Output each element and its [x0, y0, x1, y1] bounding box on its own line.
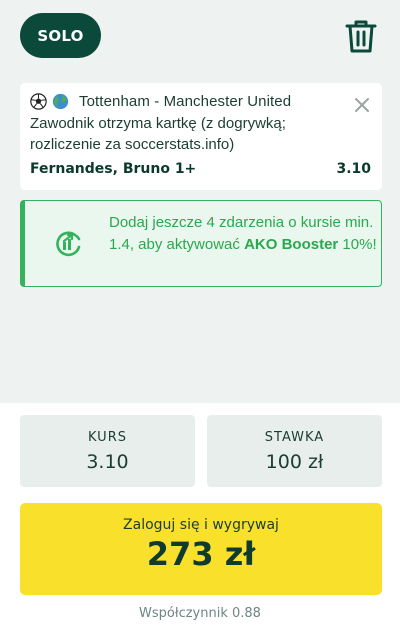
- close-icon[interactable]: [354, 97, 370, 113]
- odds-value: 3.10: [86, 451, 129, 473]
- market-description: Zawodnik otrzyma kartkę (z dogrywką; roz…: [30, 115, 286, 153]
- bet-card: Tottenham - Manchester United Zawodnik o…: [20, 83, 382, 190]
- ako-text-suffix: 10%!: [338, 236, 377, 253]
- odds-summary-box: KURS 3.10: [20, 415, 195, 487]
- stake-value[interactable]: 100 zł: [207, 451, 382, 473]
- login-and-win-button[interactable]: Zaloguj się i wygrywaj 273 zł: [20, 503, 382, 595]
- selection-odds: 3.10: [336, 161, 371, 177]
- ako-booster-banner: Dodaj jeszcze 4 zdarzenia o kursie min. …: [20, 200, 382, 287]
- bet-summary-panel: KURS 3.10 STAWKA 100 zł Zaloguj się i wy…: [0, 403, 400, 626]
- trash-icon[interactable]: [344, 18, 378, 54]
- bet-header: Tottenham - Manchester United: [30, 93, 291, 110]
- stake-label: STAWKA: [264, 430, 325, 445]
- solo-button[interactable]: SOLO: [20, 13, 101, 58]
- globe-icon: [52, 93, 69, 110]
- match-name: Tottenham - Manchester United: [79, 93, 292, 110]
- selection-name: Fernandes, Bruno 1+: [30, 161, 197, 177]
- bet-slip-header: SOLO: [0, 0, 400, 75]
- potential-win-amount: 273 zł: [146, 535, 256, 573]
- ako-text-bold: AKO Booster: [244, 236, 339, 253]
- odds-label: KURS: [88, 430, 127, 445]
- stake-box[interactable]: STAWKA 100 zł: [207, 415, 382, 487]
- ako-booster-message: Dodaj jeszcze 4 zdarzenia o kursie min. …: [109, 212, 377, 256]
- ako-booster-icon: [56, 231, 81, 257]
- soccer-ball-icon: [30, 93, 47, 110]
- coefficient-text: Współczynnik 0.88: [139, 606, 261, 621]
- login-label: Zaloguj się i wygrywaj: [123, 517, 279, 533]
